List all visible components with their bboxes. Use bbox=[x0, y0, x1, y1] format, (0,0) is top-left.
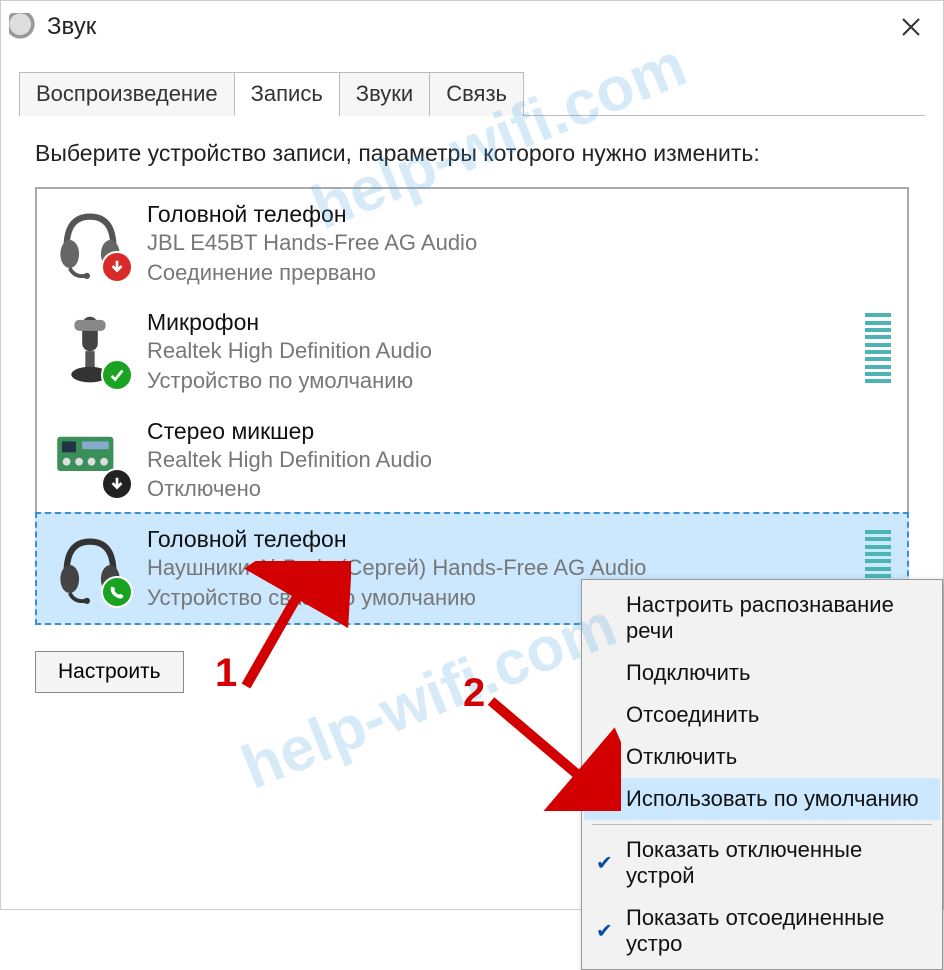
sound-icon bbox=[9, 13, 37, 41]
menu-item-label: Показать отключенные устрой bbox=[626, 837, 862, 888]
tab-communications[interactable]: Связь bbox=[429, 72, 524, 116]
headphones-icon bbox=[51, 201, 129, 279]
device-item[interactable]: Стерео микшер Realtek High Definition Au… bbox=[37, 406, 907, 514]
sound-dialog: Звук Воспроизведение Запись Звуки Связь … bbox=[0, 0, 944, 910]
status-badge-disconnected-icon bbox=[101, 251, 133, 283]
close-icon bbox=[901, 17, 921, 37]
configure-button[interactable]: Настроить bbox=[35, 651, 184, 693]
device-text: Головной телефон JBL E45BT Hands-Free AG… bbox=[147, 201, 891, 287]
microphone-icon bbox=[51, 309, 129, 387]
device-text: Стерео микшер Realtek High Definition Au… bbox=[147, 418, 891, 504]
device-title: Головной телефон bbox=[147, 526, 855, 553]
status-badge-disabled-icon bbox=[101, 468, 133, 500]
titlebar: Звук bbox=[1, 1, 943, 53]
menu-show-disabled[interactable]: ✔ Показать отключенные устрой bbox=[584, 829, 940, 897]
menu-disconnect[interactable]: Отсоединить bbox=[584, 694, 940, 736]
headphones-icon bbox=[51, 526, 129, 604]
menu-show-disconnected[interactable]: ✔ Показать отсоединенные устро bbox=[584, 897, 940, 965]
window-title: Звук bbox=[47, 13, 96, 41]
device-status: Устройство по умолчанию bbox=[147, 366, 855, 396]
device-title: Стерео микшер bbox=[147, 418, 891, 445]
context-menu: Настроить распознавание речи Подключить … bbox=[581, 579, 943, 970]
menu-speech-recognition[interactable]: Настроить распознавание речи bbox=[584, 584, 940, 652]
tab-strip: Воспроизведение Запись Звуки Связь bbox=[19, 71, 925, 116]
device-title: Микрофон bbox=[147, 309, 855, 336]
menu-item-label: Показать отсоединенные устро bbox=[626, 905, 884, 956]
level-meter bbox=[865, 309, 891, 387]
tab-playback[interactable]: Воспроизведение bbox=[19, 72, 235, 116]
device-item[interactable]: Микрофон Realtek High Definition Audio У… bbox=[37, 297, 907, 405]
device-status: Соединение прервано bbox=[147, 258, 891, 288]
check-icon: ✔ bbox=[596, 851, 613, 876]
menu-disable[interactable]: Отключить bbox=[584, 736, 940, 778]
device-title: Головной телефон bbox=[147, 201, 891, 228]
tab-recording[interactable]: Запись bbox=[234, 72, 340, 116]
check-icon: ✔ bbox=[596, 919, 613, 944]
device-subtitle: Realtek High Definition Audio bbox=[147, 336, 855, 366]
menu-separator bbox=[592, 824, 932, 825]
status-badge-comm-default-icon bbox=[101, 576, 133, 608]
device-list: Головной телефон JBL E45BT Hands-Free AG… bbox=[35, 187, 909, 625]
device-text: Микрофон Realtek High Definition Audio У… bbox=[147, 309, 855, 395]
close-button[interactable] bbox=[887, 7, 935, 47]
instruction-text: Выберите устройство записи, параметры ко… bbox=[35, 140, 909, 167]
device-subtitle: Realtek High Definition Audio bbox=[147, 445, 891, 475]
device-status: Отключено bbox=[147, 474, 891, 504]
menu-connect[interactable]: Подключить bbox=[584, 652, 940, 694]
menu-set-default[interactable]: Использовать по умолчанию bbox=[584, 778, 940, 820]
tab-sounds[interactable]: Звуки bbox=[339, 72, 430, 116]
device-item[interactable]: Головной телефон JBL E45BT Hands-Free AG… bbox=[37, 189, 907, 297]
device-subtitle: JBL E45BT Hands-Free AG Audio bbox=[147, 228, 891, 258]
sound-board-icon bbox=[51, 418, 129, 496]
